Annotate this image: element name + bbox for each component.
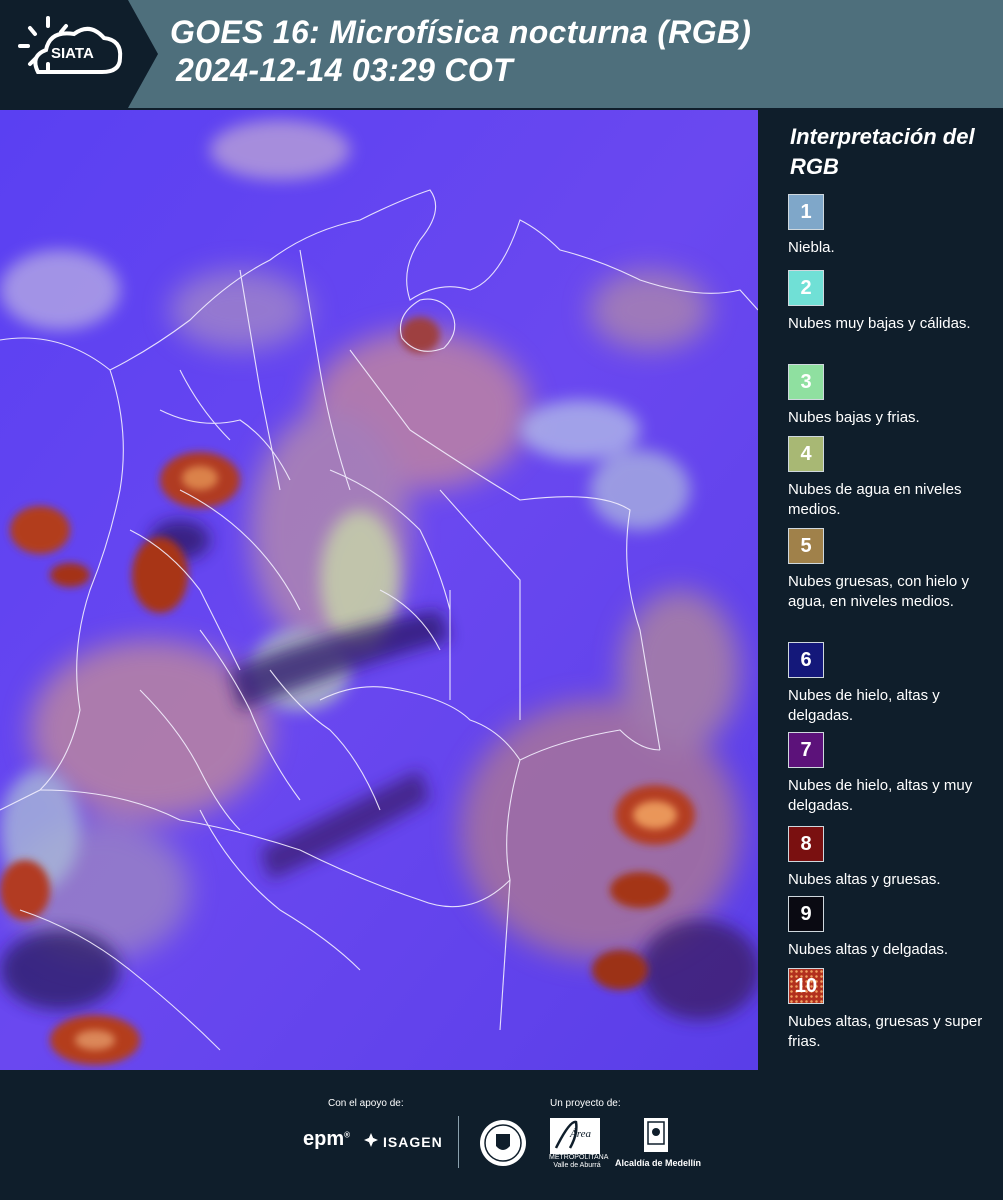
legend-label: Nubes de agua en niveles medios. xyxy=(788,481,962,518)
logo-text: SIATA xyxy=(51,45,94,62)
legend-swatch: 2 xyxy=(788,270,824,306)
legend-swatch: 1 xyxy=(788,194,824,230)
legend-label: Nubes altas, gruesas y super frias. xyxy=(788,1013,983,1050)
legend-swatch: 9 xyxy=(788,896,824,932)
legend-label: Nubes bajas y frias. xyxy=(788,409,920,426)
alcaldia-shield-icon xyxy=(638,1118,674,1161)
legend-item: 9 Nubes altas y delgadas. xyxy=(788,896,988,960)
siata-logo: SIATA xyxy=(0,0,158,108)
legend-item: 10 Nubes altas, gruesas y super frias. xyxy=(788,968,988,1052)
legend-swatch: 8 xyxy=(788,826,824,862)
project-label: Un proyecto de: xyxy=(550,1098,621,1109)
footer-divider xyxy=(458,1116,459,1168)
legend-label: Niebla. xyxy=(788,239,835,256)
footer: Con el apoyo de: Un proyecto de: epm® IS… xyxy=(0,1070,1003,1200)
legend-label: Nubes de hielo, altas y muy delgadas. xyxy=(788,777,973,814)
legend-item: 4 Nubes de agua en niveles medios. xyxy=(788,436,988,520)
university-seal-icon xyxy=(478,1118,528,1173)
satellite-map-image xyxy=(0,110,758,1070)
header-bar: SIATA GOES 16: Microfísica nocturna (RGB… xyxy=(0,0,1003,108)
legend-swatch: 4 xyxy=(788,436,824,472)
legend-item: 3 Nubes bajas y frias. xyxy=(788,364,988,428)
legend-label: Nubes de hielo, altas y delgadas. xyxy=(788,687,940,724)
metro-label: METROPOLITANA Valle de Aburrá xyxy=(549,1154,609,1169)
legend-swatch: 6 xyxy=(788,642,824,678)
legend-panel: Interpretación del RGB 1 Niebla. 2 Nubes… xyxy=(768,110,1003,1070)
isagen-mark-icon xyxy=(363,1132,379,1151)
legend-item: 5 Nubes gruesas, con hielo y agua, en ni… xyxy=(788,528,988,612)
isagen-logo: ISAGEN xyxy=(363,1132,443,1151)
legend-label: Nubes muy bajas y cálidas. xyxy=(788,315,971,332)
legend-swatch: 5 xyxy=(788,528,824,564)
legend-label: Nubes altas y delgadas. xyxy=(788,941,949,958)
legend-item: 1 Niebla. xyxy=(788,194,988,258)
legend-label: Nubes gruesas, con hielo y agua, en nive… xyxy=(788,573,969,610)
legend-item: 8 Nubes altas y gruesas. xyxy=(788,826,988,890)
legend-title: Interpretación del RGB xyxy=(790,124,975,179)
legend-item: 2 Nubes muy bajas y cálidas. xyxy=(788,270,988,334)
epm-logo: epm® xyxy=(303,1128,351,1150)
satellite-map[interactable] xyxy=(0,110,758,1070)
legend-swatch: 10 xyxy=(788,968,824,1004)
legend-label: Nubes altas y gruesas. xyxy=(788,871,941,888)
legend-swatch: 3 xyxy=(788,364,824,400)
page: SIATA GOES 16: Microfísica nocturna (RGB… xyxy=(0,0,1003,1200)
alcaldia-label: Alcaldía de Medellín xyxy=(614,1158,702,1168)
support-label: Con el apoyo de: xyxy=(328,1098,404,1109)
page-title: GOES 16: Microfísica nocturna (RGB) xyxy=(170,14,752,50)
legend-item: 6 Nubes de hielo, altas y delgadas. xyxy=(788,642,988,726)
legend-item: 7 Nubes de hielo, altas y muy delgadas. xyxy=(788,732,988,816)
page-timestamp: 2024-12-14 03:29 COT xyxy=(176,52,513,88)
legend-swatch: 7 xyxy=(788,732,824,768)
